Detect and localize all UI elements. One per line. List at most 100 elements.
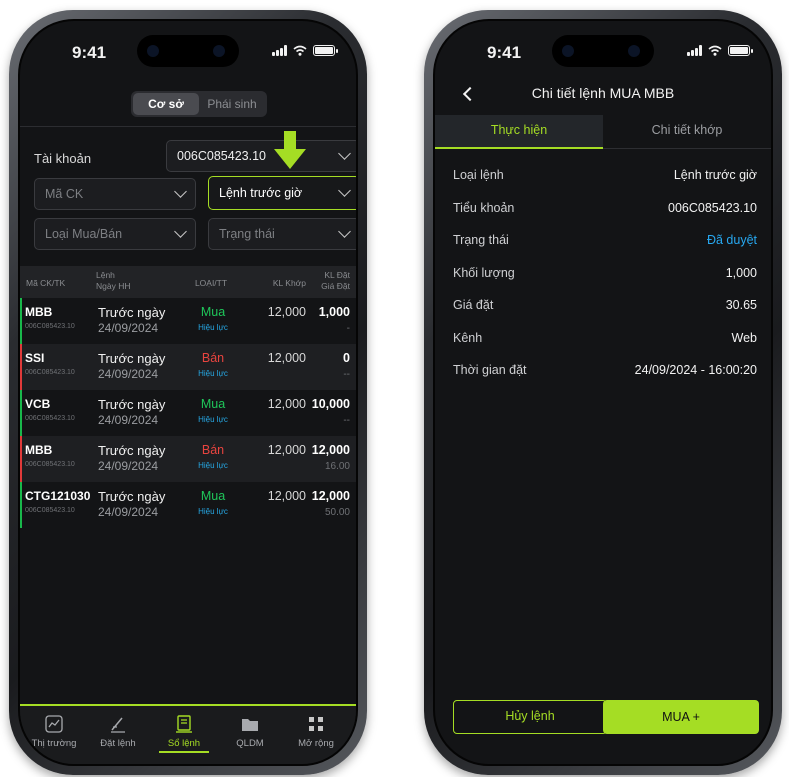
- order-account: 006C085423.10: [25, 323, 75, 330]
- status-filter-placeholder: Trạng thái: [219, 227, 275, 241]
- order-symbol: SSI: [25, 351, 45, 365]
- tab-more[interactable]: Mở rộng: [284, 714, 348, 749]
- detail-key: Thời gian đặt: [453, 363, 527, 377]
- detail-row: Tiểu khoản 006C085423.10: [453, 201, 757, 221]
- tab-place-order[interactable]: Đặt lệnh: [86, 714, 150, 749]
- tab-execution[interactable]: Thực hiện: [435, 115, 603, 149]
- order-symbol: MBB: [25, 305, 53, 319]
- detail-key: Kênh: [453, 330, 483, 345]
- detail-row: Thời gian đặt 24/09/2024 - 16:00:20: [453, 363, 757, 383]
- col-qty: KL Đặt: [324, 270, 350, 280]
- arrow-down-icon: [274, 131, 306, 169]
- order-matched-qty: 12,000: [267, 397, 306, 411]
- col-side: LOẠI/TT: [194, 278, 228, 288]
- account-value: 006C085423.10: [177, 149, 266, 163]
- tab-match-details[interactable]: Chi tiết khớp: [603, 115, 771, 149]
- tab-market-label: Thị trường: [31, 738, 77, 749]
- page-title: Chi tiết lệnh MUA MBB: [531, 85, 675, 101]
- battery-icon: [313, 45, 338, 56]
- order-side: Mua: [200, 489, 226, 503]
- detail-value: Lệnh trước giờ: [673, 168, 757, 182]
- detail-row: Loại lệnh Lệnh trước giờ: [453, 168, 757, 188]
- detail-value: 24/09/2024 - 16:00:20: [634, 363, 757, 377]
- order-matched-qty: 12,000: [267, 351, 306, 365]
- order-matched-qty: 12,000: [267, 489, 306, 503]
- order-matched-qty: 12,000: [267, 305, 306, 319]
- chevron-down-icon: [338, 147, 351, 160]
- order-price: 50.00: [324, 507, 350, 518]
- wifi-icon: [708, 45, 722, 56]
- detail-key: Khối lượng: [453, 265, 515, 280]
- col-order: Lệnh: [96, 270, 115, 280]
- order-type: Trước ngày: [98, 305, 166, 320]
- order-side: Bán: [201, 351, 225, 365]
- detail-row: Giá đặt 30.65: [453, 298, 757, 318]
- side-filter-placeholder: Loại Mua/Bán: [45, 227, 123, 241]
- chevron-down-icon: [174, 185, 187, 198]
- order-detail-screen: 9:41 Chi tiết lệnh MUA MBB Thực hiện Chi…: [433, 19, 773, 766]
- account-select[interactable]: 006C085423.10: [166, 140, 356, 172]
- market-segment-switch[interactable]: Cơ sở Phái sinh: [131, 91, 267, 117]
- detail-key: Giá đặt: [453, 298, 494, 312]
- tab-market[interactable]: Thị trường: [22, 714, 86, 749]
- order-symbol: VCB: [25, 397, 51, 411]
- detail-value: 1,000: [725, 265, 757, 280]
- detail-row: Trạng thái Đã duyệt: [453, 233, 757, 253]
- order-price: --: [343, 415, 350, 426]
- detail-key: Loại lệnh: [453, 168, 504, 182]
- symbol-filter[interactable]: Mã CK: [34, 178, 196, 210]
- order-price: --: [343, 369, 350, 380]
- order-row[interactable]: CTG121030 006C085423.10 Trước ngày 24/09/20…: [20, 482, 356, 528]
- detail-value: Web: [731, 330, 757, 345]
- order-book-screen: 9:41 Cơ sở Phái sinh Tài khoản 006C08542…: [18, 19, 358, 766]
- phone-order-book: 9:41 Cơ sở Phái sinh Tài khoản 006C08542…: [9, 10, 367, 775]
- order-row[interactable]: VCB 006C085423.10 Trước ngày 24/09/2024 Mua H…: [20, 390, 356, 436]
- chevron-down-icon: [338, 225, 351, 238]
- tab-order-book[interactable]: Sổ lệnh: [152, 714, 216, 753]
- order-account: 006C085423.10: [25, 507, 75, 514]
- col-symbol: Mã CK/TK: [26, 278, 66, 288]
- cancel-order-button[interactable]: Hủy lệnh: [453, 700, 607, 734]
- status-icons: [687, 45, 753, 56]
- order-date: 24/09/2024: [98, 413, 159, 427]
- symbol-filter-placeholder: Mã CK: [45, 187, 84, 201]
- order-type: Trước ngày: [98, 443, 166, 458]
- segment-derivatives[interactable]: Phái sinh: [199, 93, 265, 115]
- col-expiry: Ngày HH: [96, 281, 131, 291]
- tab-more-label: Mở rộng: [298, 738, 334, 749]
- tab-portfolio[interactable]: QLDM: [218, 714, 282, 749]
- order-type: Trước ngày: [98, 397, 166, 412]
- order-type-value: Lệnh trước giờ: [219, 186, 303, 200]
- order-row[interactable]: SSI 006C085423.10 Trước ngày 24/09/2024 Bán H…: [20, 344, 356, 390]
- order-qty: 10,000: [311, 397, 350, 411]
- order-type: Trước ngày: [98, 351, 166, 366]
- pen-icon: [111, 717, 125, 733]
- order-price: 16.00: [324, 461, 350, 472]
- signal-icon: [687, 45, 702, 56]
- order-status: Hiệu lực: [198, 323, 228, 332]
- chevron-down-icon: [174, 225, 187, 238]
- detail-row: Khối lượng 1,000: [453, 266, 757, 286]
- order-account: 006C085423.10: [25, 461, 75, 468]
- order-date: 24/09/2024: [98, 367, 159, 381]
- order-status: Hiệu lực: [198, 461, 228, 470]
- folder-icon: [242, 719, 258, 731]
- active-tab-underline: [159, 751, 209, 753]
- segment-spot[interactable]: Cơ sở: [133, 93, 199, 115]
- buy-more-button[interactable]: MUA +: [603, 700, 759, 734]
- order-type-filter[interactable]: Lệnh trước giờ: [208, 176, 356, 210]
- side-filter[interactable]: Loại Mua/Bán: [34, 218, 196, 250]
- detail-value: 30.65: [725, 298, 757, 312]
- chart-icon: [45, 715, 63, 733]
- order-side: Mua: [200, 305, 226, 319]
- col-price: Giá Đặt: [321, 281, 350, 291]
- bottom-tab-bar: Thị trường Đặt lệnh Sổ lệnh QLDM Mở rộng: [20, 704, 356, 764]
- order-row[interactable]: MBB 006C085423.10 Trước ngày 24/09/2024 Mua H…: [20, 298, 356, 344]
- order-qty: 0: [343, 351, 350, 365]
- order-date: 24/09/2024: [98, 505, 159, 519]
- order-account: 006C085423.10: [25, 415, 75, 422]
- order-row[interactable]: MBB 006C085423.10 Trước ngày 24/09/2024 Bán H…: [20, 436, 356, 482]
- status-filter[interactable]: Trạng thái: [208, 218, 356, 250]
- order-price: -: [346, 323, 350, 334]
- order-status: Hiệu lực: [198, 369, 228, 378]
